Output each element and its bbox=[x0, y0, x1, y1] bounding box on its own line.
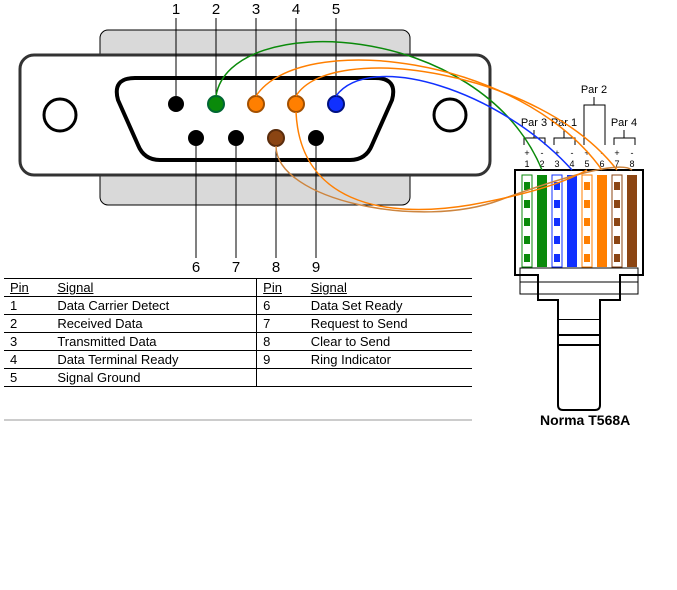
db9-signal-table: Pin Signal Pin Signal 1 Data Carrier Det… bbox=[4, 278, 472, 387]
cell: Clear to Send bbox=[305, 333, 472, 351]
cell: Data Set Ready bbox=[305, 297, 472, 315]
table-row: 1 Data Carrier Detect 6 Data Set Ready bbox=[4, 297, 472, 315]
db9-top-label-5: 5 bbox=[332, 1, 340, 18]
db9-pin-3 bbox=[248, 96, 264, 112]
cell: Data Terminal Ready bbox=[51, 351, 256, 369]
cell: Data Carrier Detect bbox=[51, 297, 256, 315]
cell: 9 bbox=[257, 351, 305, 369]
db9-pin-8 bbox=[268, 130, 284, 146]
cell: Received Data bbox=[51, 315, 256, 333]
cell bbox=[305, 369, 472, 387]
cell: 2 bbox=[4, 315, 51, 333]
db9-bot-label-8: 8 bbox=[272, 259, 280, 276]
rj45-num-5: 5 bbox=[584, 159, 589, 169]
db9-pin-2 bbox=[208, 96, 224, 112]
table-row: 4 Data Terminal Ready 9 Ring Indicator bbox=[4, 351, 472, 369]
cell bbox=[257, 369, 305, 387]
cell: 3 bbox=[4, 333, 51, 351]
db9-pin-9 bbox=[308, 130, 324, 146]
db9-top-label-4: 4 bbox=[292, 1, 300, 18]
rj45-pair4-label: Par 4 bbox=[611, 117, 637, 129]
cell: 8 bbox=[257, 333, 305, 351]
svg-text:-: - bbox=[571, 148, 574, 158]
db9-bot-label-7: 7 bbox=[232, 259, 240, 276]
cell: Request to Send bbox=[305, 315, 472, 333]
svg-text:+: + bbox=[524, 148, 529, 158]
cell: Signal Ground bbox=[51, 369, 256, 387]
svg-text:-: - bbox=[541, 148, 544, 158]
db9-pin-4 bbox=[288, 96, 304, 112]
rj45-pair3-label: Par 3 bbox=[521, 117, 547, 129]
db9-pin-7 bbox=[228, 130, 244, 146]
db9-top-label-2: 2 bbox=[212, 1, 220, 18]
table-row: 5 Signal Ground bbox=[4, 369, 472, 387]
cell: 6 bbox=[257, 297, 305, 315]
db9-pin-6 bbox=[188, 130, 204, 146]
rj45-num-1: 1 bbox=[524, 159, 529, 169]
db9-pin-1 bbox=[168, 96, 184, 112]
rj45-num-3: 3 bbox=[554, 159, 559, 169]
th-pin-a: Pin bbox=[4, 279, 51, 297]
rj45-connector bbox=[515, 170, 643, 410]
svg-text:+: + bbox=[614, 148, 619, 158]
cell: 4 bbox=[4, 351, 51, 369]
db9-top-label-3: 3 bbox=[252, 1, 260, 18]
cell: 1 bbox=[4, 297, 51, 315]
db9-bot-label-9: 9 bbox=[312, 259, 320, 276]
db9-bot-label-6: 6 bbox=[192, 259, 200, 276]
db9-connector bbox=[20, 30, 490, 205]
db9-top-label-1: 1 bbox=[172, 1, 180, 18]
th-pin-b: Pin bbox=[257, 279, 305, 297]
table-row: 3 Transmitted Data 8 Clear to Send bbox=[4, 333, 472, 351]
th-signal-b: Signal bbox=[305, 279, 472, 297]
rj45-pair2-label: Par 2 bbox=[581, 84, 607, 96]
th-signal-a: Signal bbox=[51, 279, 256, 297]
cell: Transmitted Data bbox=[51, 333, 256, 351]
rj45-polarity: +- +- +- +- bbox=[524, 148, 633, 158]
table-row: 2 Received Data 7 Request to Send bbox=[4, 315, 472, 333]
svg-text:-: - bbox=[631, 148, 634, 158]
cell: 7 bbox=[257, 315, 305, 333]
table-header-row: Pin Signal Pin Signal bbox=[4, 279, 472, 297]
rj45-standard-label: Norma T568A bbox=[540, 412, 630, 428]
rj45-num-8: 8 bbox=[629, 159, 634, 169]
db9-pin-5 bbox=[328, 96, 344, 112]
diagram-root: { "db9": { "pin_labels_top": ["1","2","3… bbox=[0, 0, 677, 590]
cell: 5 bbox=[4, 369, 51, 387]
cell: Ring Indicator bbox=[305, 351, 472, 369]
